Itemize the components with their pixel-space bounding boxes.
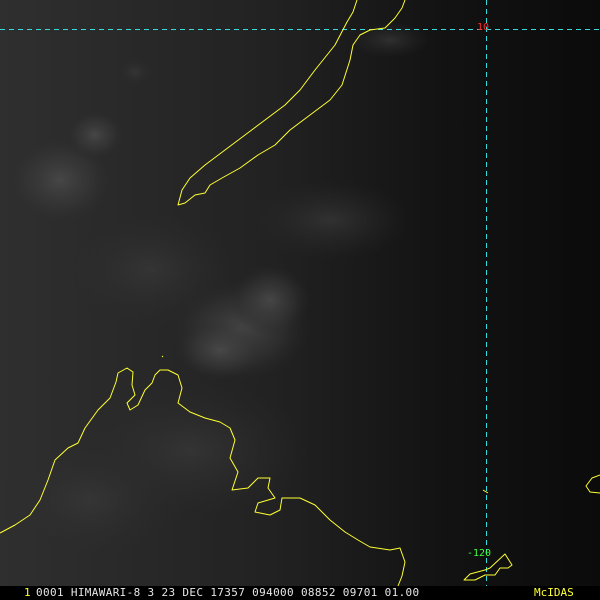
- status-bar: 1 0001 HIMAWARI-8 3 23 DEC 17357 094000 …: [0, 586, 600, 600]
- status-text: 0001 HIMAWARI-8 3 23 DEC 17357 094000 08…: [36, 586, 420, 599]
- latitude-label: 10: [477, 22, 490, 33]
- coastline-speck: [161, 355, 164, 358]
- satellite-image: [0, 0, 600, 587]
- longitude-label: -120: [467, 548, 492, 559]
- brand-label: McIDAS: [534, 586, 574, 599]
- frame-number: 1: [24, 586, 31, 599]
